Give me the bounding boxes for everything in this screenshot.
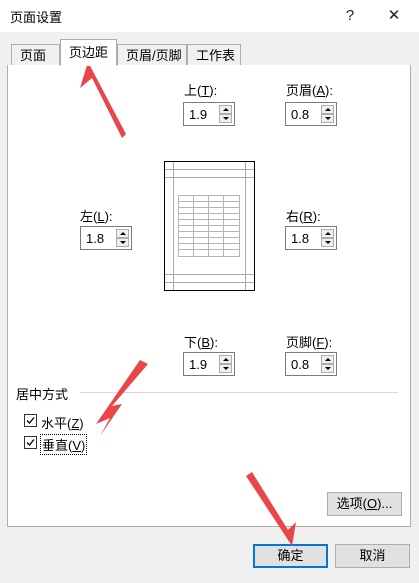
annotation-arrows [80, 62, 296, 546]
arrow-to-ok-icon [246, 472, 296, 546]
arrow-to-tab-icon [80, 62, 126, 138]
tab-margins[interactable]: 页边距 [60, 39, 117, 66]
arrow-to-checkbox-icon [96, 360, 148, 436]
